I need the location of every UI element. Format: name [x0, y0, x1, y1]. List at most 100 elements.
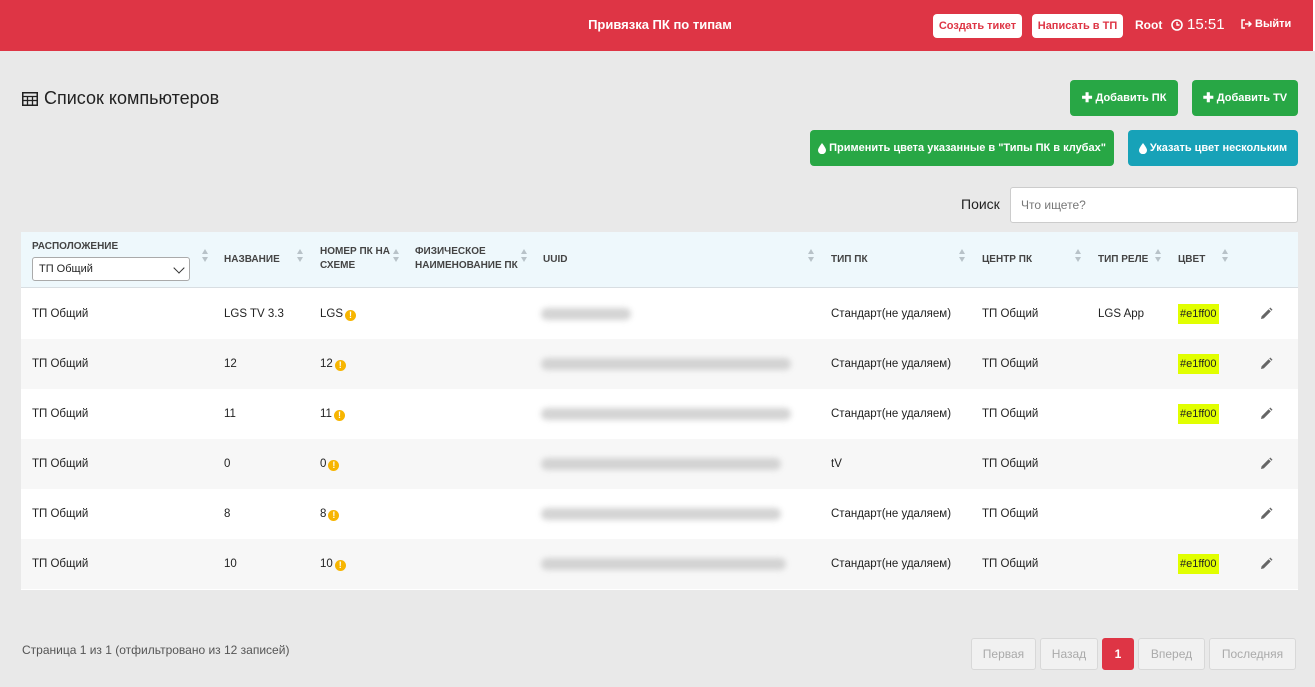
page-title-text: Список компьютеров [44, 88, 220, 108]
pagination-last[interactable]: Последняя [1209, 638, 1296, 670]
column-phys-line1: Физическое [415, 246, 486, 257]
column-phys-line2: наименование ПК [415, 260, 518, 271]
pagination-prev[interactable]: Назад [1040, 638, 1098, 670]
cell-name: LGS TV 3.3 [224, 308, 284, 320]
table-row: ТП Общий 0 0! tV ТП Общий [21, 439, 1298, 489]
cell-location: ТП Общий [32, 308, 89, 320]
cell-center: ТП Общий [982, 558, 1039, 570]
cell-scheme: 0! [320, 458, 340, 471]
add-pc-button[interactable]: ✚ Добавить ПК [1070, 80, 1178, 116]
cell-name: 10 [224, 558, 237, 570]
column-location[interactable]: Расположение [32, 240, 118, 254]
sort-icon[interactable] [297, 249, 304, 263]
cell-name: 0 [224, 458, 231, 470]
cell-center: ТП Общий [982, 358, 1039, 370]
cell-color-badge: #e1ff00 [1178, 554, 1219, 574]
computers-table: Расположение ТП Общий Название Номер ПК … [21, 232, 1298, 590]
search-input[interactable] [1010, 187, 1298, 223]
set-color-many-button[interactable]: Указать цвет нескольким [1128, 130, 1298, 166]
cell-location: ТП Общий [32, 358, 89, 370]
column-relay[interactable]: Тип реле [1098, 253, 1148, 267]
add-tv-label: Добавить TV [1216, 92, 1288, 104]
top-bar: Привязка ПК по типам Создать тикет Напис… [0, 0, 1315, 51]
column-color[interactable]: Цвет [1178, 253, 1205, 267]
column-scheme-line1: Номер ПК на [320, 246, 390, 257]
clock-icon [1171, 18, 1183, 31]
plus-icon: ✚ [1202, 90, 1214, 105]
cell-type: Стандарт(не удаляем) [831, 408, 952, 420]
cell-type: Стандарт(не удаляем) [831, 358, 952, 370]
sort-icon[interactable] [393, 249, 400, 263]
warning-icon: ! [328, 460, 340, 471]
column-name[interactable]: Название [224, 253, 280, 267]
cell-uuid-redacted [539, 439, 795, 489]
sort-icon[interactable] [521, 249, 528, 263]
column-uuid[interactable]: UUID [543, 253, 567, 267]
clock: 15:51 [1171, 16, 1225, 33]
cell-name: 11 [224, 408, 236, 420]
cell-scheme: 8! [320, 508, 340, 521]
pencil-icon[interactable] [1259, 307, 1273, 321]
create-ticket-button[interactable]: Создать тикет [933, 14, 1022, 38]
sort-icon[interactable] [1155, 249, 1162, 263]
cell-scheme-value: LGS [320, 308, 344, 320]
apply-colors-label: Применить цвета указанные в "Типы ПК в к… [829, 142, 1106, 154]
table-row: ТП Общий 12 12! Стандарт(не удаляем) ТП … [21, 339, 1298, 389]
write-support-button[interactable]: Написать в ТП [1032, 14, 1123, 38]
cell-scheme: LGS! [320, 308, 357, 321]
cell-location: ТП Общий [32, 408, 89, 420]
cell-relay: LGS App [1098, 308, 1145, 320]
pencil-icon[interactable] [1259, 557, 1273, 571]
pagination-next[interactable]: Вперед [1138, 638, 1205, 670]
cell-scheme: 10! [320, 558, 346, 571]
pagination-info: Страница 1 из 1 (отфильтровано из 12 зап… [22, 643, 290, 657]
pencil-icon[interactable] [1259, 507, 1273, 521]
location-filter-select[interactable]: ТП Общий [32, 257, 190, 281]
add-tv-button[interactable]: ✚ Добавить TV [1192, 80, 1298, 116]
sort-icon[interactable] [808, 249, 815, 263]
cell-scheme-value: 10 [320, 558, 333, 570]
cell-scheme: 11! [320, 408, 345, 421]
column-scheme-line2: схеме [320, 260, 356, 271]
column-scheme-number[interactable]: Номер ПК на схеме [320, 245, 390, 273]
cell-type: Стандарт(не удаляем) [831, 508, 952, 520]
warning-icon: ! [345, 310, 357, 321]
cell-type: tV [831, 458, 842, 470]
cell-location: ТП Общий [32, 508, 89, 520]
column-center[interactable]: Центр ПК [982, 253, 1032, 267]
add-pc-label: Добавить ПК [1095, 92, 1167, 104]
cell-uuid-redacted [539, 539, 795, 589]
cell-name: 8 [224, 508, 231, 520]
cell-scheme: 12! [320, 358, 346, 371]
table-row: ТП Общий 10 10! Стандарт(не удаляем) ТП … [21, 539, 1298, 589]
warning-icon: ! [328, 510, 340, 521]
clock-time: 15:51 [1187, 16, 1225, 33]
cell-scheme-value: 0 [320, 458, 327, 470]
pagination-current[interactable]: 1 [1102, 638, 1134, 670]
sort-icon[interactable] [202, 249, 209, 263]
tint-icon [1138, 142, 1147, 154]
cell-scheme-value: 12 [320, 358, 333, 370]
cell-uuid-redacted [539, 389, 795, 439]
table-row: ТП Общий 11 11! Стандарт(не удаляем) ТП … [21, 389, 1298, 439]
cell-color-badge: #e1ff00 [1178, 354, 1219, 374]
sort-icon[interactable] [959, 249, 966, 263]
pagination-first[interactable]: Первая [971, 638, 1036, 670]
sign-out-icon [1241, 19, 1252, 29]
cell-type: Стандарт(не удаляем) [831, 308, 952, 320]
set-color-many-label: Указать цвет нескольким [1149, 142, 1288, 154]
logout-button[interactable]: Выйти [1241, 18, 1291, 30]
pencil-icon[interactable] [1259, 357, 1273, 371]
sort-icon[interactable] [1222, 249, 1229, 263]
column-type[interactable]: Тип ПК [831, 253, 868, 267]
logout-label: Выйти [1255, 18, 1292, 30]
cell-scheme-value: 8 [320, 508, 327, 520]
sort-icon[interactable] [1075, 249, 1082, 263]
page-title: Список компьютеров [22, 88, 219, 109]
pencil-icon[interactable] [1259, 457, 1273, 471]
apply-colors-button[interactable]: Применить цвета указанные в "Типы ПК в к… [810, 130, 1114, 166]
cell-center: ТП Общий [982, 408, 1039, 420]
column-physical-name[interactable]: Физическое наименование ПК [415, 245, 518, 273]
pencil-icon[interactable] [1259, 407, 1273, 421]
cell-name: 12 [224, 358, 237, 370]
